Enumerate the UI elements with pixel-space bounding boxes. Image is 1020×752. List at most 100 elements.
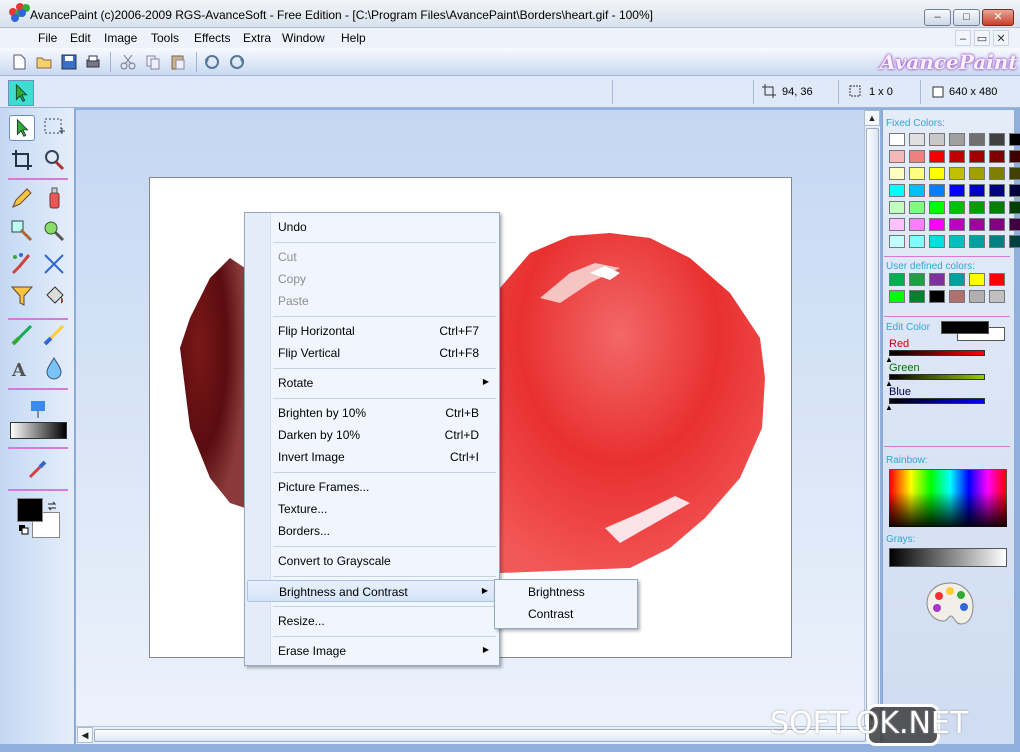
- fixed-color-swatch[interactable]: [989, 184, 1005, 197]
- reset-colors-icon[interactable]: [18, 524, 30, 536]
- fixed-color-swatch[interactable]: [969, 201, 985, 214]
- menu-item-flip-horizontal[interactable]: Flip Horizontal Ctrl+F7: [247, 320, 497, 342]
- swap-colors-icon[interactable]: [46, 500, 58, 512]
- fixed-color-swatch[interactable]: [909, 133, 925, 146]
- fixed-color-swatch[interactable]: [969, 235, 985, 248]
- paint-bucket-green-tool-icon[interactable]: [9, 322, 35, 348]
- fixed-color-swatch[interactable]: [929, 218, 945, 231]
- fixed-color-swatch[interactable]: [929, 201, 945, 214]
- fixed-color-swatch[interactable]: [969, 184, 985, 197]
- submenu-item-contrast[interactable]: Contrast: [528, 607, 573, 621]
- edit-primary-color[interactable]: [941, 321, 989, 334]
- paste-icon[interactable]: [169, 53, 187, 71]
- fixed-color-swatch[interactable]: [889, 133, 905, 146]
- user-color-swatch[interactable]: [929, 273, 945, 286]
- scroll-up-arrow-icon[interactable]: ▲: [864, 110, 880, 126]
- fixed-color-swatch[interactable]: [949, 184, 965, 197]
- copy-icon[interactable]: [144, 53, 162, 71]
- fixed-color-swatch[interactable]: [1009, 167, 1020, 180]
- primary-color-swatch[interactable]: [17, 498, 43, 522]
- fixed-color-swatch[interactable]: [949, 150, 965, 163]
- mdi-close-button[interactable]: ✕: [993, 30, 1009, 46]
- fixed-color-swatch[interactable]: [889, 218, 905, 231]
- fixed-color-swatch[interactable]: [949, 133, 965, 146]
- user-color-swatch[interactable]: [969, 273, 985, 286]
- user-color-swatch[interactable]: [969, 290, 985, 303]
- palette-icon[interactable]: [924, 580, 976, 628]
- menu-help[interactable]: Help: [341, 31, 366, 45]
- fixed-color-swatch[interactable]: [909, 167, 925, 180]
- fixed-color-swatch[interactable]: [949, 167, 965, 180]
- fixed-color-swatch[interactable]: [889, 201, 905, 214]
- menu-tools[interactable]: Tools: [151, 31, 179, 45]
- funnel-tool-icon[interactable]: [9, 283, 35, 309]
- fixed-color-swatch[interactable]: [969, 133, 985, 146]
- undo-icon[interactable]: [203, 53, 221, 71]
- menu-item-brighten[interactable]: Brighten by 10% Ctrl+B: [247, 402, 497, 424]
- crop-tool-icon[interactable]: [9, 147, 35, 173]
- save-icon[interactable]: [60, 53, 78, 71]
- fixed-color-swatch[interactable]: [889, 184, 905, 197]
- horizontal-scroll-thumb[interactable]: [94, 729, 866, 742]
- user-color-swatch[interactable]: [929, 290, 945, 303]
- mdi-restore-button[interactable]: ▭: [974, 30, 990, 46]
- menu-edit[interactable]: Edit: [70, 31, 91, 45]
- fixed-color-swatch[interactable]: [909, 150, 925, 163]
- fixed-color-swatch[interactable]: [1009, 218, 1020, 231]
- vertical-scroll-thumb[interactable]: [866, 128, 879, 710]
- fixed-color-swatch[interactable]: [949, 218, 965, 231]
- fixed-color-swatch[interactable]: [929, 150, 945, 163]
- fixed-color-swatch[interactable]: [969, 218, 985, 231]
- menu-extra[interactable]: Extra: [243, 31, 271, 45]
- fixed-color-swatch[interactable]: [909, 218, 925, 231]
- fixed-color-swatch[interactable]: [949, 201, 965, 214]
- menu-item-erase-image[interactable]: Erase Image ▶: [247, 640, 497, 662]
- menu-item-brightness-contrast[interactable]: Brightness and Contrast ▶: [247, 580, 497, 602]
- paint-brush-blue-tool-icon[interactable]: [41, 322, 67, 348]
- fixed-color-swatch[interactable]: [989, 201, 1005, 214]
- menu-item-undo[interactable]: Undo: [247, 216, 497, 238]
- menu-item-resize[interactable]: Resize...: [247, 610, 497, 632]
- print-icon[interactable]: [84, 53, 102, 71]
- mdi-minimize-button[interactable]: –: [955, 30, 971, 46]
- fixed-color-swatch[interactable]: [989, 218, 1005, 231]
- green-slider[interactable]: [889, 374, 985, 380]
- fill-bucket-tool-icon[interactable]: [41, 283, 67, 309]
- menu-item-paste[interactable]: Paste: [247, 290, 497, 312]
- color-picker-tool-icon[interactable]: [41, 218, 67, 244]
- open-folder-icon[interactable]: [35, 53, 53, 71]
- document-icon[interactable]: [15, 2, 31, 18]
- user-color-swatch[interactable]: [889, 273, 905, 286]
- menu-item-cut[interactable]: Cut: [247, 246, 497, 268]
- line-tool-icon[interactable]: [41, 251, 67, 277]
- water-drop-tool-icon[interactable]: [41, 355, 67, 381]
- menu-effects[interactable]: Effects: [194, 31, 230, 45]
- new-file-icon[interactable]: [10, 53, 28, 71]
- grays-palette[interactable]: [889, 548, 1007, 567]
- fixed-color-swatch[interactable]: [949, 235, 965, 248]
- fixed-color-swatch[interactable]: [889, 235, 905, 248]
- gradient-preview[interactable]: [10, 422, 67, 439]
- user-color-swatch[interactable]: [989, 273, 1005, 286]
- menu-item-texture[interactable]: Texture...: [247, 498, 497, 520]
- redo-icon[interactable]: [228, 53, 246, 71]
- fixed-color-swatch[interactable]: [889, 150, 905, 163]
- fixed-color-swatch[interactable]: [929, 133, 945, 146]
- fixed-color-swatch[interactable]: [969, 150, 985, 163]
- gradient-tool-icon[interactable]: [25, 395, 51, 421]
- blue-slider-handle-icon[interactable]: ▲: [885, 403, 893, 412]
- fixed-color-swatch[interactable]: [929, 167, 945, 180]
- user-color-swatch[interactable]: [909, 290, 925, 303]
- text-tool-icon[interactable]: A: [9, 355, 35, 381]
- select-pointer-tool-icon[interactable]: [9, 115, 35, 141]
- fixed-color-swatch[interactable]: [989, 167, 1005, 180]
- blue-slider[interactable]: [889, 398, 985, 404]
- menu-image[interactable]: Image: [104, 31, 137, 45]
- close-button[interactable]: ✕: [982, 9, 1014, 26]
- user-color-swatch[interactable]: [989, 290, 1005, 303]
- fixed-color-swatch[interactable]: [929, 184, 945, 197]
- red-slider[interactable]: [889, 350, 985, 356]
- user-color-swatch[interactable]: [949, 273, 965, 286]
- fixed-color-swatch[interactable]: [989, 235, 1005, 248]
- brush-tool-icon[interactable]: [9, 251, 35, 277]
